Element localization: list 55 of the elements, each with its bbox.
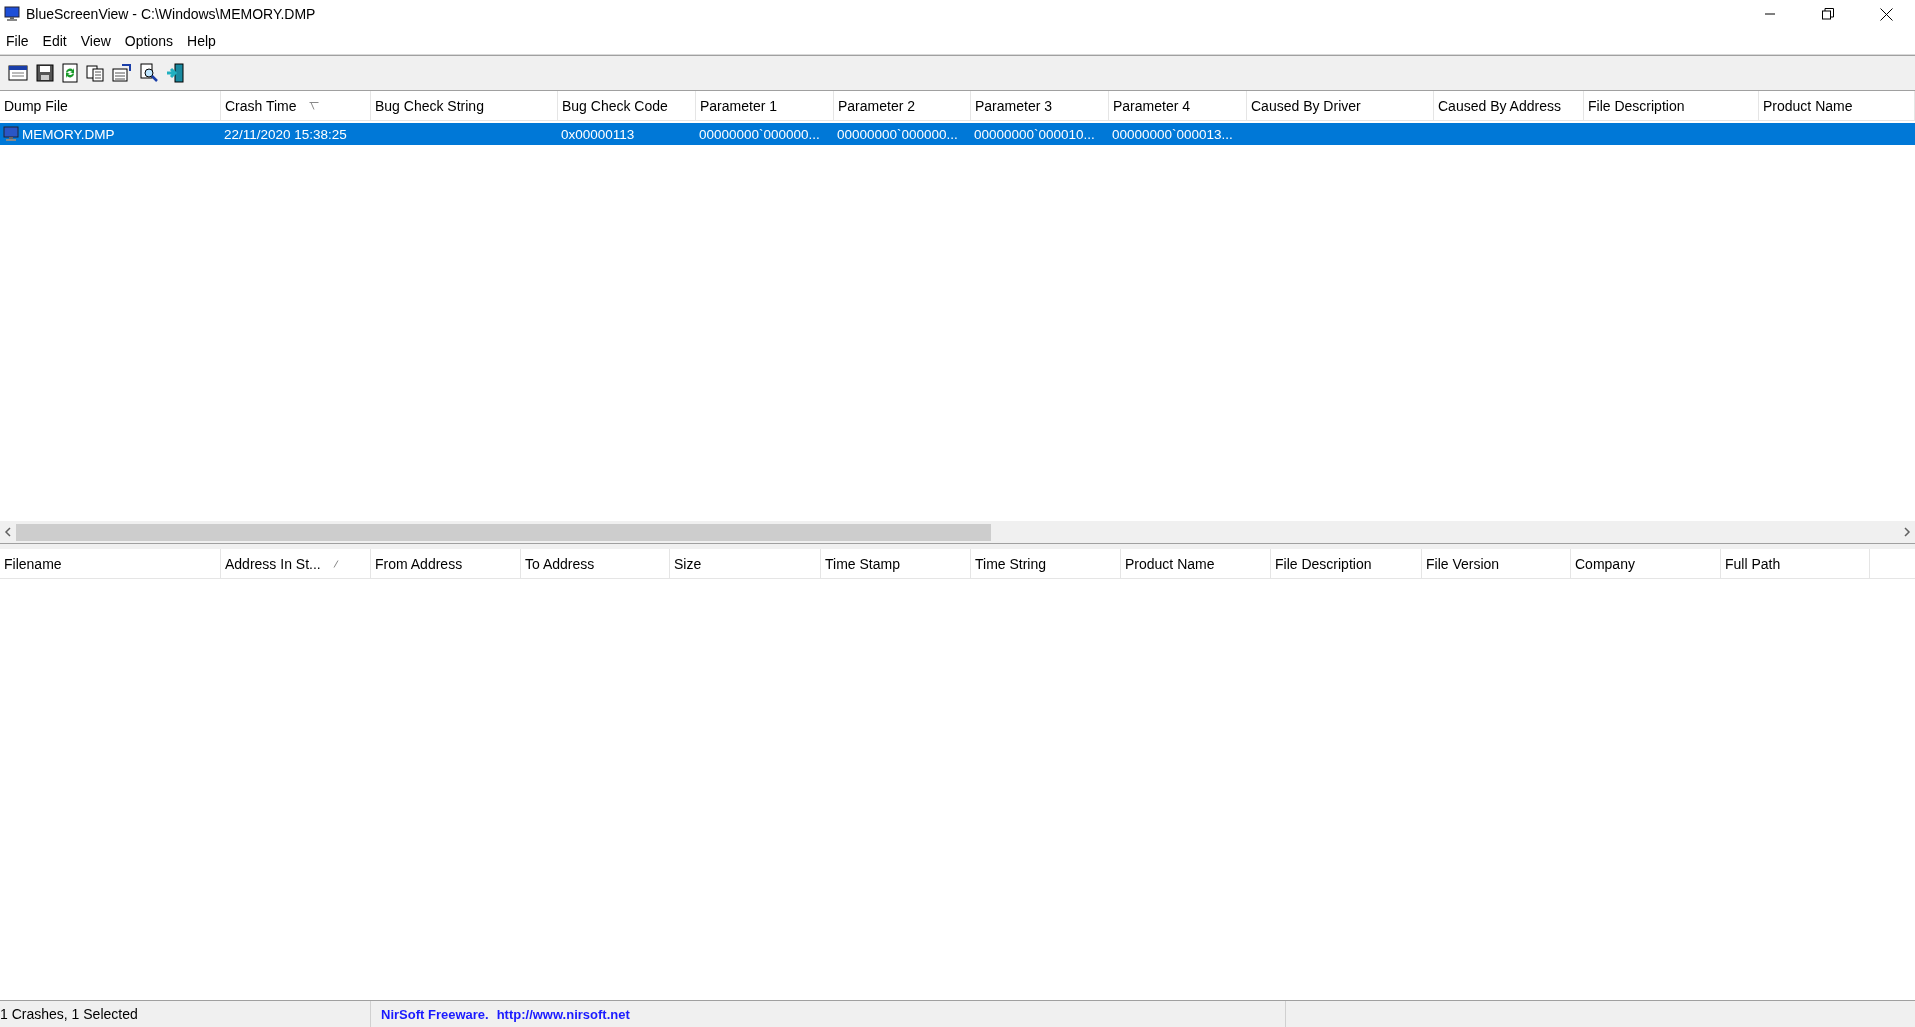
column-header[interactable]: Company [1571, 549, 1721, 578]
column-header[interactable]: Parameter 3 [971, 91, 1109, 120]
window-title: BlueScreenView - C:\Windows\MEMORY.DMP [26, 6, 316, 22]
column-header[interactable]: Dump File [0, 91, 221, 120]
status-text: 1 Crashes, 1 Selected [0, 1006, 138, 1022]
column-header[interactable]: Product Name [1759, 91, 1915, 120]
column-header[interactable]: Address In St... [221, 549, 371, 578]
column-header[interactable]: Parameter 4 [1109, 91, 1247, 120]
copy-icon[interactable] [86, 64, 104, 82]
column-header[interactable]: Parameter 2 [834, 91, 971, 120]
column-header[interactable]: Product Name [1121, 549, 1271, 578]
column-header[interactable]: Crash Time [221, 91, 371, 120]
table-cell: 00000000`000013... [1112, 126, 1233, 142]
monitor-icon [4, 6, 20, 22]
table-cell: 00000000`000000... [699, 126, 820, 142]
restore-icon[interactable] [1822, 8, 1834, 20]
table-cell: 00000000`000000... [837, 126, 958, 142]
scroll-left-icon[interactable] [4, 527, 12, 537]
table-cell: 22/11/2020 15:38:25 [224, 126, 347, 142]
column-header[interactable]: Bug Check String [371, 91, 558, 120]
menu-item[interactable]: Edit [36, 33, 75, 49]
window-icon[interactable] [8, 64, 28, 82]
menu-item[interactable]: View [74, 33, 119, 49]
scrollbar-thumb[interactable] [16, 523, 991, 541]
scroll-right-icon[interactable] [1903, 527, 1911, 537]
column-header[interactable]: Bug Check Code [558, 91, 696, 120]
table-cell: MEMORY.DMP [22, 126, 115, 142]
column-header[interactable]: From Address [371, 549, 521, 578]
vendor-text: NirSoft Freeware. [381, 1006, 489, 1022]
column-header[interactable]: File Version [1422, 549, 1571, 578]
column-header[interactable]: File Description [1271, 549, 1422, 578]
menu-item[interactable]: Help [181, 33, 224, 49]
website-link[interactable]: http://www.nirsoft.net [496, 1006, 630, 1022]
column-header[interactable]: Size [670, 549, 821, 578]
monitor-icon [3, 126, 19, 142]
menu-item[interactable]: File [0, 33, 37, 49]
menu-item[interactable]: Options [118, 33, 182, 49]
close-icon[interactable] [1880, 7, 1893, 21]
column-header[interactable]: Time String [971, 549, 1121, 578]
save-icon[interactable] [36, 64, 54, 82]
table-row[interactable]: MEMORY.DMP 22/11/2020 15:38:25 0x00000113 00000000`000000... 00000000`000000... 00000000`000010... 00000000`000013... [0, 123, 1915, 145]
column-header[interactable]: Time Stamp [821, 549, 971, 578]
column-header[interactable]: Caused By Address [1434, 91, 1584, 120]
column-header[interactable]: Full Path [1721, 549, 1870, 578]
column-header[interactable]: File Description [1584, 91, 1759, 120]
table-cell: 00000000`000010... [974, 126, 1095, 142]
column-header[interactable]: Caused By Driver [1247, 91, 1434, 120]
table-cell: 0x00000113 [561, 126, 635, 142]
column-header[interactable]: Filename [0, 549, 221, 578]
column-header[interactable]: Parameter 1 [696, 91, 834, 120]
properties-icon[interactable] [112, 64, 132, 82]
refresh-icon[interactable] [62, 63, 78, 83]
column-header[interactable]: To Address [521, 549, 670, 578]
exit-door-icon[interactable] [166, 63, 186, 83]
search-icon[interactable] [140, 63, 158, 83]
